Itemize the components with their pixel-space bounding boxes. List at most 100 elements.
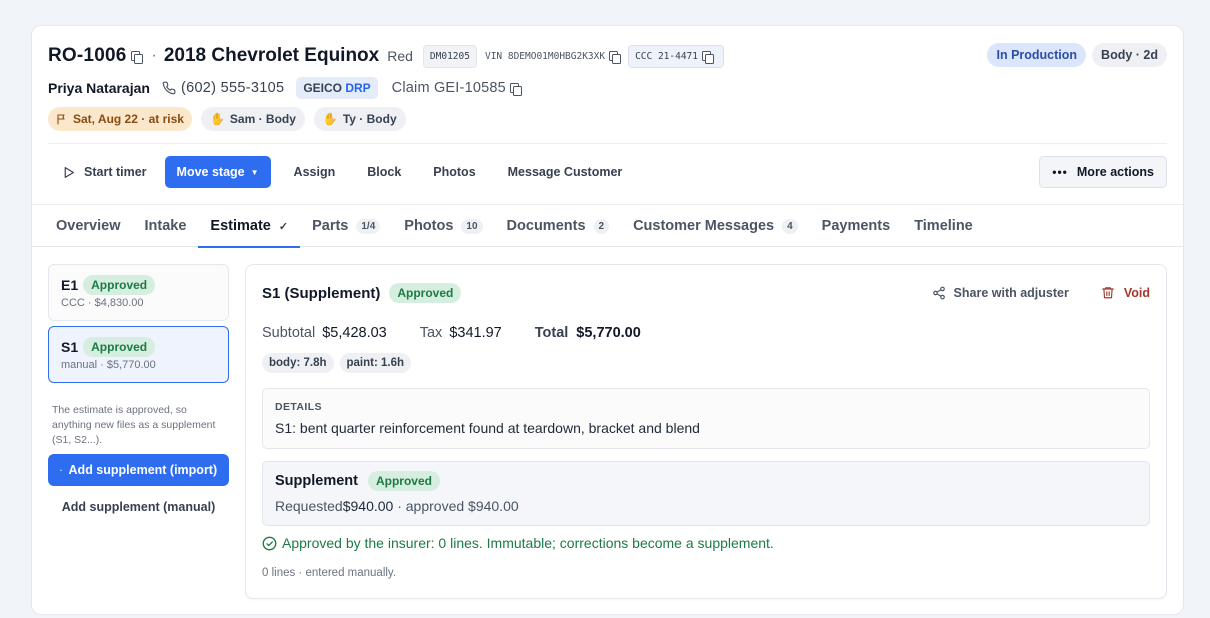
vehicle-color: Red (387, 48, 413, 64)
estimate-summary: manual · $5,770.00 (61, 359, 156, 371)
requested-value: $940.00 (342, 498, 394, 514)
tab-label: Overview (56, 218, 121, 234)
subtotal-label: Subtotal (262, 325, 316, 341)
share-label: Share with adjuster (953, 285, 1069, 300)
estimate-summary: CCC · $4,830.00 (61, 297, 144, 309)
void-button[interactable]: Void (1101, 285, 1150, 300)
due-date-text: Sat, Aug 22 · at risk (73, 112, 184, 126)
tab-label: Parts (312, 218, 349, 234)
tab-label: Intake (144, 218, 187, 234)
insurer-badge: GEICO DRP (296, 77, 378, 99)
void-label: Void (1123, 285, 1150, 300)
lines-note: 0 lines · entered manually. (262, 567, 397, 579)
tech-badge-ty: ✋ Ty · Body (313, 107, 406, 131)
message-customer-button[interactable]: Message Customer (490, 156, 637, 188)
start-timer-label: Start timer (84, 165, 147, 179)
divider (48, 143, 1167, 144)
total-label: Total (534, 325, 569, 341)
estimate-item-e1[interactable]: E1 Approved CCC · $4,830.00 (48, 264, 229, 321)
details-box: DETAILS S1: bent quarter reinforcement f… (262, 388, 1150, 449)
tab-label: Customer Messages (633, 218, 775, 234)
assign-button[interactable]: Assign (280, 156, 350, 188)
title-separator: · (151, 47, 157, 64)
approved-amount: · approved $940.00 (393, 498, 519, 514)
photos-button[interactable]: Photos (415, 156, 489, 188)
approval-text: Approved by the insurer: 0 lines. Immuta… (282, 535, 774, 551)
tab-bar: Overview Intake Estimate ✓ Parts 1/4 Photo… (32, 204, 1183, 248)
ellipsis-icon: ••• (1052, 165, 1068, 179)
check-circle-icon (262, 536, 277, 550)
phone-text: (602) 555-3105 (180, 80, 285, 96)
move-stage-button[interactable]: Move stage ▼ (164, 156, 271, 188)
tab-estimate[interactable]: Estimate ✓ (198, 205, 300, 248)
claim: Claim GEI-10585 (392, 80, 525, 96)
details-text: S1: bent quarter reinforcement found at … (275, 420, 700, 436)
insurer-program: DRP (345, 81, 371, 95)
tab-intake[interactable]: Intake (133, 205, 199, 247)
supplement-title: Supplement (275, 473, 358, 489)
hand-icon: ✋ (322, 112, 338, 126)
tab-label: Estimate (210, 218, 271, 234)
department-badge: Body · 2d (1092, 43, 1167, 67)
copy-claim-icon[interactable] (509, 82, 522, 96)
status-badge: Approved (83, 337, 156, 357)
share-icon (932, 286, 945, 299)
copy-vin-icon[interactable] (609, 50, 622, 64)
status-badge: Approved (367, 471, 440, 491)
panel-title: S1 (Supplement) (262, 284, 381, 302)
tab-label: Photos (404, 218, 454, 234)
tab-timeline[interactable]: Timeline (902, 205, 985, 247)
supplement-header: Supplement Approved (275, 471, 1137, 491)
add-supplement-import-label: Add supplement (import) (68, 463, 218, 477)
estimate-item-head: E1 Approved (61, 275, 216, 295)
trash-icon (1102, 287, 1114, 299)
tab-documents[interactable]: Documents 2 (495, 205, 622, 247)
estimate-code: E1 (61, 277, 79, 293)
ccc-text: CCC 21-4471 (635, 50, 698, 62)
header-title-row: RO-1006 · 2018 Chevrolet Equinox Red DM0… (48, 43, 724, 69)
customer-row: Priya Natarajan (602) 555-3105 GEICO DRP… (48, 76, 525, 100)
tab-count: 4 (782, 218, 798, 234)
panel-actions: Share with adjuster Void (932, 285, 1150, 300)
tab-customer-messages[interactable]: Customer Messages 4 (621, 205, 810, 247)
start-timer-button[interactable]: Start timer (48, 156, 161, 188)
tab-label: Timeline (914, 218, 973, 234)
phone-icon (162, 81, 176, 95)
supplement-amounts: Requested$940.00 · approved $940.00 (275, 498, 1137, 514)
hand-icon: ✋ (209, 112, 225, 126)
phone[interactable]: (602) 555-3105 (162, 80, 284, 96)
customer-name: Priya Natarajan (48, 80, 150, 96)
paint-hours-badge: paint: 1.6h (339, 353, 412, 373)
tab-overview[interactable]: Overview (44, 205, 133, 247)
tab-count: 2 (593, 218, 610, 234)
details-label: DETAILS (275, 401, 322, 413)
tab-parts[interactable]: Parts 1/4 (300, 205, 392, 247)
schedule-row: Sat, Aug 22 · at risk ✋ Sam · Body ✋ Ty · … (48, 107, 406, 131)
add-supplement-manual-button[interactable]: Add supplement (manual) (48, 492, 229, 522)
share-with-adjuster-button[interactable]: Share with adjuster (932, 286, 1069, 300)
block-button[interactable]: Block (349, 156, 415, 188)
check-icon: ✓ (278, 220, 289, 233)
copy-icon[interactable] (130, 50, 143, 64)
estimate-list: E1 Approved CCC · $4,830.00 S1 Approved … (48, 264, 229, 522)
insurer-name: GEICO (303, 81, 342, 95)
vin: VIN 8DEMO01M0HBG2K3XK (485, 50, 624, 64)
more-actions-button[interactable]: ••• More actions (1039, 156, 1167, 188)
supplement-panel: S1 (Supplement) Approved Share with adju… (245, 264, 1167, 599)
total-value: $5,770.00 (576, 325, 641, 341)
tab-payments[interactable]: Payments (810, 205, 903, 247)
labor-hours: body: 7.8h paint: 1.6h (262, 353, 412, 373)
panel-header: S1 (Supplement) Approved (262, 283, 462, 303)
approval-notice: Approved by the insurer: 0 lines. Immuta… (262, 535, 774, 551)
caret-down-icon: ▼ (250, 167, 259, 177)
status-badge: Approved (83, 275, 156, 295)
add-supplement-import-button[interactable]: · Add supplement (import) (48, 454, 229, 486)
header-status: In Production Body · 2d (987, 43, 1167, 67)
copy-ccc-icon[interactable] (702, 50, 714, 64)
supplement-box: Supplement Approved Requested$940.00 · a… (262, 461, 1150, 526)
tab-photos[interactable]: Photos 10 (392, 205, 494, 247)
estimate-item-head: S1 Approved (61, 337, 216, 357)
estimate-item-s1[interactable]: S1 Approved manual · $5,770.00 (48, 326, 229, 383)
status-badge: Approved (389, 283, 462, 303)
totals-row: Subtotal $5,428.03 Tax $341.97 Total $5,… (262, 325, 641, 341)
